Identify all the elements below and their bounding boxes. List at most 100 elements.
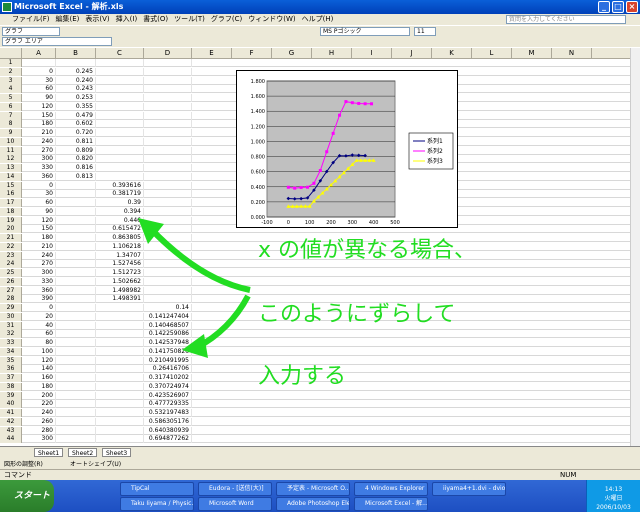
cell-c[interactable]: 0.393616 — [96, 181, 144, 190]
column-header[interactable]: I — [352, 48, 392, 59]
cell-b[interactable] — [56, 391, 96, 400]
row-header[interactable]: 15 — [0, 181, 22, 190]
vertical-scrollbar[interactable] — [630, 48, 640, 446]
row-header[interactable]: 26 — [0, 277, 22, 286]
row-header[interactable]: 29 — [0, 304, 22, 312]
select-all-corner[interactable] — [0, 48, 22, 59]
cell-d[interactable] — [144, 102, 192, 111]
column-header[interactable]: H — [312, 48, 352, 59]
row-header[interactable]: 36 — [0, 365, 22, 374]
cell-a[interactable]: 240 — [22, 137, 56, 146]
cell-d[interactable]: 0.640380939 — [144, 426, 192, 435]
taskbar-task[interactable]: Microsoft Word — [198, 497, 272, 511]
cell-a[interactable]: 270 — [22, 146, 56, 155]
cell-d[interactable]: 0.586305176 — [144, 417, 192, 426]
cell-a[interactable]: 150 — [22, 225, 56, 234]
close-button[interactable]: × — [626, 1, 638, 13]
taskbar-task[interactable]: 予定表 - Microsoft O... — [276, 482, 350, 496]
cell-b[interactable] — [56, 199, 96, 207]
row-header[interactable]: 23 — [0, 251, 22, 260]
cell-a[interactable]: 90 — [22, 207, 56, 216]
cell-a[interactable]: 60 — [22, 199, 56, 207]
cell-b[interactable]: 0.479 — [56, 111, 96, 120]
row-header[interactable]: 39 — [0, 391, 22, 400]
cell-d[interactable] — [144, 146, 192, 155]
cell-a[interactable]: 60 — [22, 330, 56, 339]
row-header[interactable]: 2 — [0, 67, 22, 76]
taskbar-task[interactable]: 4 Windows Explorer — [354, 482, 428, 496]
autoshape-menu-button[interactable]: オートシェイプ(U) — [70, 459, 121, 468]
row-header[interactable]: 10 — [0, 137, 22, 146]
cell-a[interactable]: 90 — [22, 94, 56, 102]
cell-c[interactable] — [96, 102, 144, 111]
cell-b[interactable] — [56, 207, 96, 216]
cell-c[interactable] — [96, 76, 144, 85]
row-header[interactable]: 30 — [0, 312, 22, 321]
cell-c[interactable] — [96, 94, 144, 102]
taskbar-task[interactable]: Taku Iiyama / Physic... — [120, 497, 194, 511]
cell-d[interactable] — [144, 85, 192, 94]
column-header[interactable]: E — [192, 48, 232, 59]
cell-b[interactable] — [56, 374, 96, 382]
cell-a[interactable]: 180 — [22, 382, 56, 391]
cell-a[interactable]: 0 — [22, 181, 56, 190]
sheet-tab[interactable]: Sheet3 — [102, 448, 132, 457]
cell-c[interactable] — [96, 85, 144, 94]
cell-c[interactable] — [96, 400, 144, 409]
cell-b[interactable]: 0.602 — [56, 120, 96, 129]
cell-a[interactable]: 300 — [22, 435, 56, 444]
draw-menu-button[interactable]: 図形の調整(R) — [4, 459, 43, 468]
cell-a[interactable]: 30 — [22, 190, 56, 199]
menu-item[interactable]: ウィンドウ(W) — [248, 15, 295, 23]
cell-d[interactable]: 0.477729335 — [144, 400, 192, 409]
cell-a[interactable]: 30 — [22, 76, 56, 85]
sheet-tab[interactable]: Sheet1 — [34, 448, 64, 457]
cell-b[interactable] — [56, 321, 96, 330]
row-header[interactable]: 19 — [0, 216, 22, 225]
row-header[interactable]: 11 — [0, 146, 22, 155]
cell-a[interactable]: 210 — [22, 129, 56, 137]
cell-b[interactable]: 0.245 — [56, 67, 96, 76]
row-header[interactable]: 3 — [0, 76, 22, 85]
cell-a[interactable]: 20 — [22, 312, 56, 321]
row-header[interactable]: 22 — [0, 242, 22, 251]
cell-d[interactable] — [144, 164, 192, 172]
cell-d[interactable]: 0.370724974 — [144, 382, 192, 391]
cell-d[interactable]: 0.694877262 — [144, 435, 192, 444]
row-header[interactable]: 27 — [0, 286, 22, 295]
row-header[interactable]: 41 — [0, 409, 22, 417]
cell-a[interactable]: 210 — [22, 242, 56, 251]
cell-a[interactable]: 80 — [22, 339, 56, 347]
row-header[interactable]: 18 — [0, 207, 22, 216]
cell-a[interactable]: 160 — [22, 374, 56, 382]
row-header[interactable]: 13 — [0, 164, 22, 172]
row-header[interactable]: 5 — [0, 94, 22, 102]
row-header[interactable]: 6 — [0, 102, 22, 111]
column-header[interactable]: A — [22, 48, 56, 59]
cell-b[interactable] — [56, 330, 96, 339]
menu-item[interactable]: ヘルプ(H) — [302, 15, 334, 23]
cell-a[interactable]: 150 — [22, 111, 56, 120]
cell-a[interactable]: 360 — [22, 286, 56, 295]
column-header[interactable]: G — [272, 48, 312, 59]
cell-a[interactable]: 60 — [22, 85, 56, 94]
cell-a[interactable]: 0 — [22, 67, 56, 76]
cell-b[interactable]: 0.243 — [56, 85, 96, 94]
column-header[interactable]: N — [552, 48, 592, 59]
cell-b[interactable]: 0.811 — [56, 137, 96, 146]
row-header[interactable]: 12 — [0, 155, 22, 164]
cell-b[interactable] — [56, 225, 96, 234]
cell-c[interactable] — [96, 374, 144, 382]
cell-a[interactable]: 330 — [22, 277, 56, 286]
cell-b[interactable] — [56, 347, 96, 356]
cell-c[interactable] — [96, 59, 144, 67]
cell-c[interactable] — [96, 382, 144, 391]
cell-c[interactable] — [96, 391, 144, 400]
cell-a[interactable]: 300 — [22, 269, 56, 277]
cell-b[interactable] — [56, 286, 96, 295]
column-header[interactable]: D — [144, 48, 192, 59]
row-header[interactable]: 38 — [0, 382, 22, 391]
menu-item[interactable]: 書式(O) — [143, 15, 168, 23]
cell-a[interactable]: 240 — [22, 409, 56, 417]
cell-a[interactable]: 40 — [22, 321, 56, 330]
